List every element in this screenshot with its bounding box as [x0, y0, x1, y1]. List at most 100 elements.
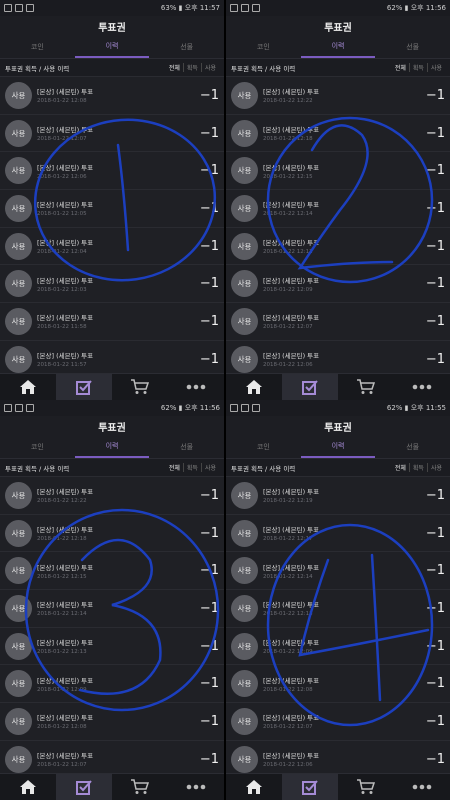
nav-vote[interactable] — [282, 774, 338, 800]
history-row[interactable]: 사용 [본상] (세븐틴) 투표 2018-01-22 12:07 −1 — [0, 114, 224, 153]
filter-earned[interactable]: 획득 — [408, 63, 427, 72]
nav-more[interactable] — [394, 774, 450, 800]
row-date: 2018-01-22 12:08 — [263, 686, 313, 693]
history-row[interactable]: 사용 [본상] (세븐틴) 투표 2018-01-22 12:07 −1 — [226, 703, 450, 741]
tab-coin[interactable]: 코인 — [0, 36, 75, 58]
nav-cart[interactable] — [112, 374, 168, 400]
filter-all[interactable]: 전체 — [392, 463, 409, 472]
row-date: 2018-01-22 12:13 — [37, 649, 87, 656]
tab-gift[interactable]: 선물 — [375, 436, 450, 458]
section-header: 투표권 획득 / 사용 이력 전체 획득 사용 — [226, 459, 450, 477]
tab-coin[interactable]: 코인 — [0, 436, 75, 458]
nav-home[interactable] — [0, 374, 56, 400]
row-text: [본상] (세븐틴) 투표 2018-01-22 12:22 — [37, 486, 199, 504]
row-text: [본상] (세븐틴) 투표 2018-01-22 12:08 — [263, 675, 425, 693]
filter-earned[interactable]: 획득 — [182, 63, 201, 72]
nav-more[interactable] — [168, 374, 224, 400]
history-row[interactable]: 사용 [본상] (세븐틴) 투표 2018-01-22 12:09 −1 — [226, 627, 450, 666]
use-badge: 사용 — [5, 519, 32, 547]
history-row[interactable]: 사용 [본상] (세븐틴) 투표 2018-01-22 12:12 −1 — [226, 227, 450, 266]
section-title: 투표권 획득 / 사용 이력 — [5, 464, 70, 473]
history-row[interactable]: 사용 [본상] (세븐틴) 투표 2018-01-22 11:58 −1 — [0, 303, 224, 341]
history-row[interactable]: 사용 [본상] (세븐틴) 투표 2018-01-22 12:09 −1 — [226, 265, 450, 304]
row-value: −1 — [199, 276, 219, 292]
nav-vote[interactable] — [56, 374, 112, 400]
row-value: −1 — [425, 125, 445, 141]
filter-group: 전체 획득 사용 — [166, 463, 219, 472]
filter-used[interactable]: 사용 — [426, 63, 445, 72]
row-date: 2018-01-22 11:58 — [37, 324, 87, 331]
history-row[interactable]: 사용 [본상] (세븐틴) 투표 2018-01-22 12:08 −1 — [0, 703, 224, 741]
row-text: [본상] (세븐틴) 투표 2018-01-22 12:19 — [263, 486, 425, 504]
history-row[interactable]: 사용 [본상] (세븐틴) 투표 2018-01-22 12:22 −1 — [0, 477, 224, 515]
nav-cart[interactable] — [338, 374, 394, 400]
tab-gift[interactable]: 선물 — [149, 436, 224, 458]
nav-home[interactable] — [0, 774, 56, 800]
page-title: 투표권 — [226, 416, 450, 436]
history-row[interactable]: 사용 [본상] (세븐틴) 투표 2018-01-22 12:05 −1 — [0, 190, 224, 228]
history-row[interactable]: 사용 [본상] (세븐틴) 투표 2018-01-22 12:15 −1 — [0, 552, 224, 591]
history-row[interactable]: 사용 [본상] (세븐틴) 투표 2018-01-22 12:13 −1 — [0, 627, 224, 666]
nav-cart[interactable] — [338, 774, 394, 800]
vote-check-icon — [302, 780, 318, 795]
history-row[interactable]: 사용 [본상] (세븐틴) 투표 2018-01-22 12:03 −1 — [0, 265, 224, 304]
history-row[interactable]: 사용 [본상] (세븐틴) 투표 2018-01-22 12:08 −1 — [226, 665, 450, 704]
tab-coin[interactable]: 코인 — [226, 36, 301, 58]
screen-panel-3: 62% ▮ 오후 11:56 투표권 코인 이력 선물 투표권 획득 / 사용 … — [0, 400, 224, 800]
use-badge: 사용 — [5, 194, 32, 222]
history-row[interactable]: 사용 [본상] (세븐틴) 투표 2018-01-22 12:19 −1 — [226, 477, 450, 515]
filter-used[interactable]: 사용 — [200, 463, 219, 472]
row-value: −1 — [425, 563, 445, 579]
row-title: [본상] (세븐틴) 투표 — [37, 163, 94, 172]
history-row[interactable]: 사용 [본상] (세븐틴) 투표 2018-01-22 12:08 −1 — [0, 77, 224, 115]
nav-home[interactable] — [226, 774, 282, 800]
tab-history[interactable]: 이력 — [300, 36, 376, 58]
use-badge: 사용 — [231, 232, 258, 260]
history-row[interactable]: 사용 [본상] (세븐틴) 투표 2018-01-22 12:18 −1 — [0, 514, 224, 553]
history-row[interactable]: 사용 [본상] (세븐틴) 투표 2018-01-22 12:07 −1 — [226, 303, 450, 341]
tab-history[interactable]: 이력 — [74, 36, 150, 58]
filter-earned[interactable]: 획득 — [182, 463, 201, 472]
row-date: 2018-01-22 12:07 — [263, 324, 313, 331]
history-row[interactable]: 사용 [본상] (세븐틴) 투표 2018-01-22 12:14 −1 — [226, 552, 450, 591]
history-row[interactable]: 사용 [본상] (세븐틴) 투표 2018-01-22 12:04 −1 — [0, 227, 224, 266]
history-row[interactable]: 사용 [본상] (세븐틴) 투표 2018-01-22 12:14 −1 — [0, 590, 224, 628]
nav-more[interactable] — [168, 774, 224, 800]
row-date: 2018-01-22 12:15 — [263, 173, 313, 180]
row-value: −1 — [199, 351, 219, 367]
row-value: −1 — [425, 751, 445, 767]
tab-gift[interactable]: 선물 — [375, 36, 450, 58]
filter-earned[interactable]: 획득 — [408, 463, 427, 472]
tab-history[interactable]: 이력 — [300, 436, 376, 458]
history-row[interactable]: 사용 [본상] (세븐틴) 투표 2018-01-22 12:17 −1 — [226, 514, 450, 553]
history-row[interactable]: 사용 [본상] (세븐틴) 투표 2018-01-22 12:06 −1 — [0, 152, 224, 191]
use-badge: 사용 — [5, 707, 32, 735]
bottom-nav — [0, 773, 224, 800]
filter-used[interactable]: 사용 — [426, 463, 445, 472]
filter-all[interactable]: 전체 — [166, 463, 183, 472]
tab-history[interactable]: 이력 — [74, 436, 150, 458]
history-row[interactable]: 사용 [본상] (세븐틴) 투표 2018-01-22 12:13 −1 — [226, 590, 450, 628]
history-row[interactable]: 사용 [본상] (세븐틴) 투표 2018-01-22 12:18 −1 — [226, 114, 450, 153]
tab-bar: 코인 이력 선물 — [0, 36, 224, 59]
row-date: 2018-01-22 12:18 — [263, 136, 313, 143]
history-row[interactable]: 사용 [본상] (세븐틴) 투표 2018-01-22 12:15 −1 — [226, 152, 450, 191]
nav-vote[interactable] — [56, 774, 112, 800]
filter-group: 전체 획득 사용 — [392, 63, 445, 72]
filter-all[interactable]: 전체 — [392, 63, 409, 72]
row-date: 2018-01-22 12:08 — [37, 724, 87, 731]
history-row[interactable]: 사용 [본상] (세븐틴) 투표 2018-01-22 12:22 −1 — [226, 77, 450, 115]
tab-gift[interactable]: 선물 — [149, 36, 224, 58]
history-list: 사용 [본상] (세븐틴) 투표 2018-01-22 12:08 −1 사용 [본상] … — [0, 77, 224, 379]
nav-more[interactable] — [394, 374, 450, 400]
history-row[interactable]: 사용 [본상] (세븐틴) 투표 2018-01-22 12:14 −1 — [226, 190, 450, 228]
use-badge: 사용 — [231, 557, 258, 585]
status-bar: 63% ▮ 오후 11:57 — [0, 0, 224, 16]
filter-all[interactable]: 전체 — [166, 63, 183, 72]
nav-vote[interactable] — [282, 374, 338, 400]
filter-used[interactable]: 사용 — [200, 63, 219, 72]
history-row[interactable]: 사용 [본상] (세븐틴) 투표 2018-01-22 12:09 −1 — [0, 665, 224, 704]
tab-coin[interactable]: 코인 — [226, 436, 301, 458]
nav-cart[interactable] — [112, 774, 168, 800]
nav-home[interactable] — [226, 374, 282, 400]
